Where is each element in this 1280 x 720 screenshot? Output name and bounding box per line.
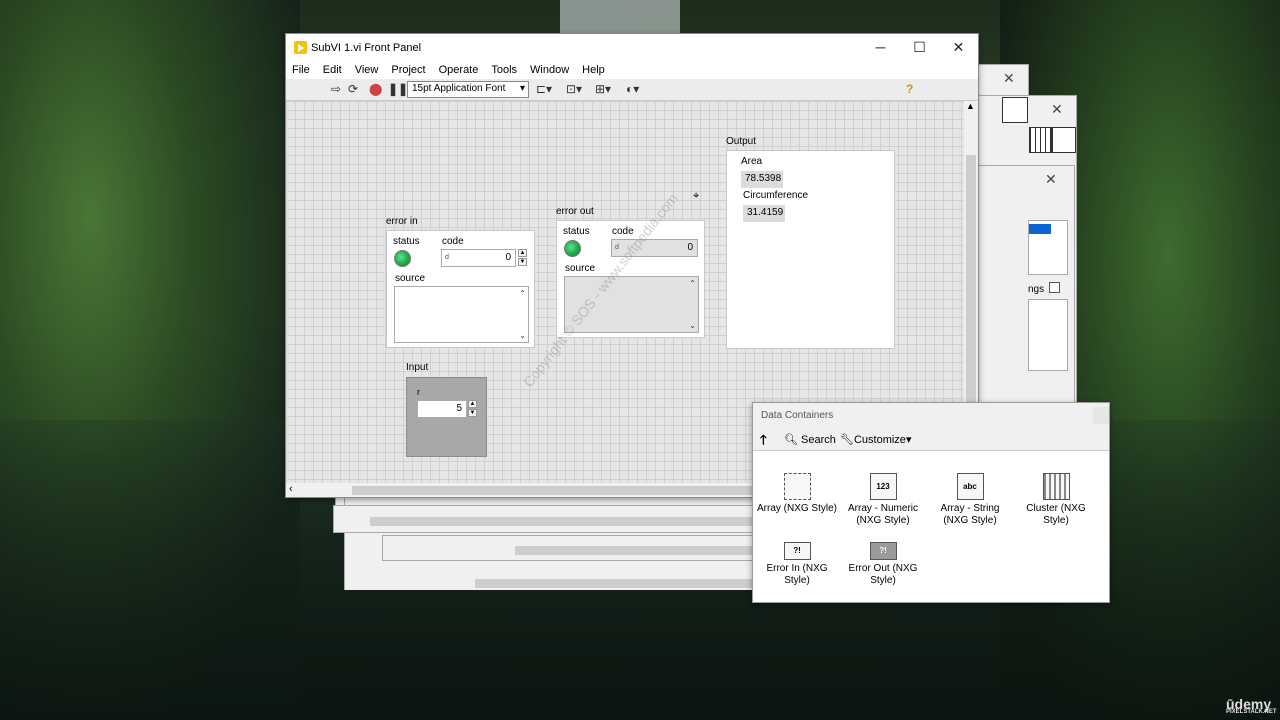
reorder-icon[interactable]: ◐▾ — [626, 82, 639, 96]
background-label: ngs — [1028, 284, 1045, 295]
numeric-array-icon: 123 — [869, 473, 897, 500]
code-control[interactable]: d0 — [441, 249, 516, 267]
palette-item-error-out[interactable]: ?! Error Out (NXG Style) — [841, 542, 925, 587]
mouse-cursor-icon: ⌖ — [693, 190, 700, 202]
up-arrow-icon[interactable]: 🡑 — [760, 431, 767, 453]
circumference-indicator: 31.4159 — [743, 205, 785, 222]
labview-vi-icon — [294, 41, 307, 54]
output-cluster: Area 78.5398 Circumference 31.4159 — [726, 150, 895, 349]
run-continuously-icon[interactable]: ⟳ — [348, 82, 358, 96]
menu-help[interactable]: Help — [582, 64, 605, 76]
area-indicator: 78.5398 — [741, 171, 783, 188]
close-icon[interactable]: ✕ — [1051, 101, 1063, 118]
udemy-logo: ūdemy PIXELSTALK.NET — [1226, 696, 1277, 715]
search-button[interactable]: 🔍︎ Search — [784, 433, 836, 446]
error-out-icon: ?! — [869, 542, 897, 560]
background-window-5[interactable] — [333, 505, 755, 533]
vi-connector-pane-icon[interactable] — [1029, 127, 1052, 153]
close-icon[interactable]: ✕ — [1003, 70, 1015, 87]
distribute-objects-icon[interactable]: ⊡▾ — [566, 82, 582, 96]
run-arrow-icon[interactable]: ⇨ — [331, 82, 341, 96]
close-button[interactable]: ✕ — [939, 39, 978, 56]
error-in-label: error in — [386, 216, 418, 227]
background-window-4[interactable] — [382, 535, 755, 561]
title-bar[interactable]: SubVI 1.vi Front Panel ─ ☐ ✕ — [286, 34, 978, 61]
toolbar: ⇨ ⟳ ⬤ ❚❚ 15pt Application Font ⊏▾ ⊡▾ ⊞▾ … — [286, 79, 978, 101]
status-label: status — [393, 236, 420, 247]
circumference-label: Circumference — [743, 190, 809, 201]
source-label: source — [565, 263, 596, 274]
menu-operate[interactable]: Operate — [439, 64, 479, 76]
status-led — [564, 240, 581, 257]
menu-project[interactable]: Project — [391, 64, 425, 76]
array-icon — [783, 473, 811, 500]
resize-objects-icon[interactable]: ⊞▾ — [595, 82, 611, 96]
menu-tools[interactable]: Tools — [491, 64, 517, 76]
menu-file[interactable]: File — [292, 64, 310, 76]
search-icon: 🔍︎ — [784, 434, 798, 446]
palette-item-array-string[interactable]: abc Array - String (NXG Style) — [928, 473, 1012, 527]
palette-title: Data Containers — [761, 410, 834, 421]
error-in-cluster[interactable]: status code d0 ▲ ▼ source ⌃ ⌄ — [386, 230, 535, 348]
status-label: status — [563, 226, 590, 237]
r-control[interactable]: 5 — [417, 400, 467, 418]
source-control[interactable]: ⌃ ⌄ — [394, 286, 529, 343]
source-label: source — [395, 273, 426, 284]
palette-toolbar: 🡑 🔍︎ Search 🔧︎Customize▾ — [753, 428, 1109, 451]
align-objects-icon[interactable]: ⊏▾ — [536, 82, 552, 96]
status-led[interactable] — [394, 250, 411, 267]
maximize-button[interactable]: ☐ — [900, 39, 939, 56]
palette-close-button[interactable] — [1093, 407, 1109, 424]
menu-bar: File Edit View Project Operate Tools Win… — [286, 61, 978, 79]
vi-icon[interactable] — [1052, 127, 1076, 153]
wrench-icon: 🔧︎ — [840, 434, 854, 446]
input-cluster[interactable]: r 5 ▲ ▼ — [406, 377, 487, 457]
menu-view[interactable]: View — [355, 64, 379, 76]
pause-icon[interactable]: ❚❚ — [388, 82, 408, 96]
error-in-icon: ?! — [783, 542, 811, 560]
code-label: code — [612, 226, 634, 237]
palette-item-cluster[interactable]: Cluster (NXG Style) — [1014, 473, 1098, 527]
list-box[interactable] — [1028, 299, 1068, 371]
palette-item-array-numeric[interactable]: 123 Array - Numeric (NXG Style) — [841, 473, 925, 527]
output-label: Output — [726, 136, 757, 147]
input-label: Input — [406, 362, 429, 373]
help-icon[interactable]: ? — [906, 82, 913, 96]
close-icon[interactable]: ✕ — [1045, 171, 1057, 188]
error-out-label: error out — [556, 206, 594, 217]
minimize-button[interactable]: ─ — [861, 39, 900, 56]
window-title: SubVI 1.vi Front Panel — [311, 41, 422, 54]
code-label: code — [442, 236, 464, 247]
data-containers-palette[interactable]: Data Containers 🡑 🔍︎ Search 🔧︎Customize▾… — [752, 402, 1110, 603]
code-increment-decrement[interactable]: ▲ ▼ — [518, 249, 527, 267]
checkbox[interactable] — [1049, 282, 1060, 293]
customize-button[interactable]: 🔧︎Customize▾ — [840, 433, 911, 446]
palette-item-error-in[interactable]: ?! Error In (NXG Style) — [755, 542, 839, 587]
area-label: Area — [741, 156, 763, 167]
r-label: r — [417, 387, 420, 397]
horizontal-scrollbar[interactable] — [345, 576, 755, 590]
r-increment-decrement[interactable]: ▲ ▼ — [468, 400, 477, 418]
abort-icon[interactable]: ⬤ — [369, 82, 382, 96]
list-box[interactable] — [1028, 220, 1068, 275]
string-array-icon: abc — [956, 473, 984, 500]
menu-window[interactable]: Window — [530, 64, 569, 76]
font-dropdown[interactable]: 15pt Application Font — [407, 81, 529, 98]
palette-item-array[interactable]: Array (NXG Style) — [755, 473, 839, 515]
menu-edit[interactable]: Edit — [323, 64, 342, 76]
palette-title-bar[interactable]: Data Containers — [753, 403, 1109, 428]
vi-icon[interactable] — [1002, 97, 1028, 123]
cluster-icon — [1042, 473, 1070, 500]
